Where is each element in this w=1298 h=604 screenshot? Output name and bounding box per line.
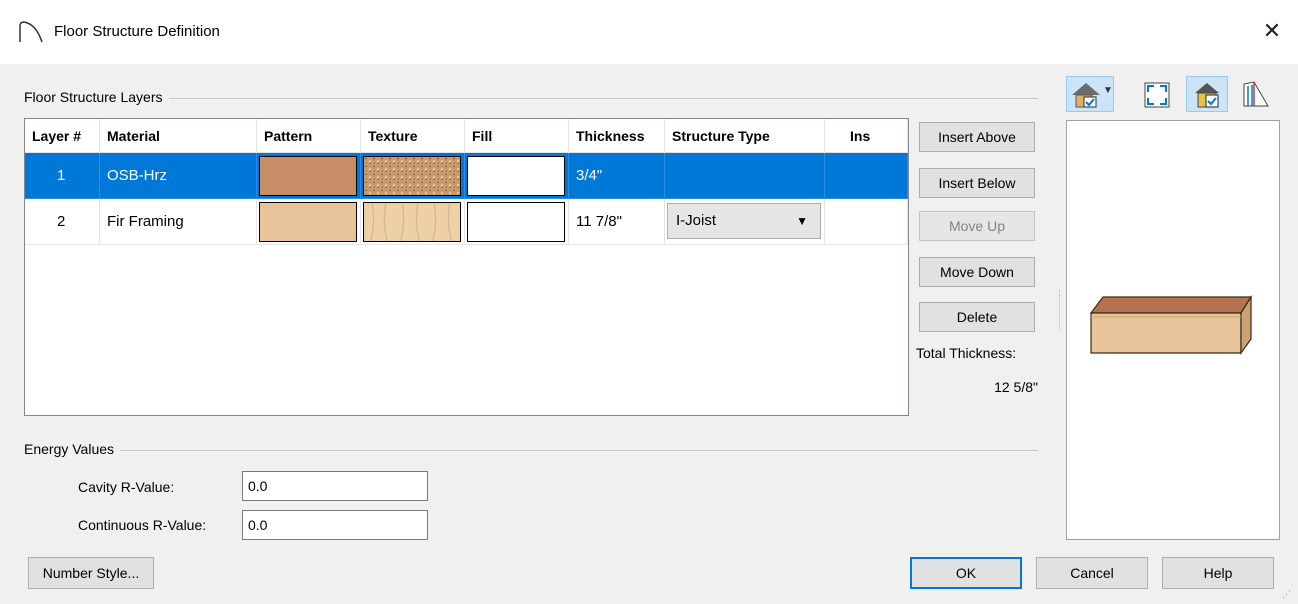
total-thickness-value: 12 5/8" xyxy=(994,379,1038,395)
close-button[interactable]: ✕ xyxy=(1257,16,1287,46)
col-header-ins[interactable]: Ins xyxy=(825,119,908,153)
continuous-r-input[interactable]: 0.0 xyxy=(242,510,428,540)
energy-group-line xyxy=(24,450,1038,451)
wood-texture-swatch[interactable] xyxy=(363,202,461,242)
pattern-swatch[interactable] xyxy=(259,202,357,242)
layers-group-label: Floor Structure Layers xyxy=(24,89,169,105)
layers-group-line xyxy=(24,98,1038,99)
cavity-r-label: Cavity R-Value: xyxy=(78,479,175,495)
col-header-layer[interactable]: Layer # xyxy=(25,119,100,153)
show-colors-button[interactable] xyxy=(1186,76,1228,112)
insert-above-button[interactable]: Insert Above xyxy=(919,122,1035,152)
house-view-button[interactable]: ▼ xyxy=(1066,76,1114,112)
osb-texture-swatch[interactable] xyxy=(363,156,461,196)
cell-fill[interactable] xyxy=(465,199,569,245)
window-title: Floor Structure Definition xyxy=(54,23,220,40)
fill-window-icon[interactable] xyxy=(1142,80,1172,110)
cell-fill[interactable] xyxy=(465,153,569,199)
cell-pattern[interactable] xyxy=(257,199,361,245)
structure-type-value: I-Joist xyxy=(676,212,717,229)
show-patterns-icon[interactable] xyxy=(1240,78,1272,110)
help-button[interactable]: Help xyxy=(1162,557,1274,589)
cell-texture[interactable] xyxy=(361,199,465,245)
cell-structure-type[interactable]: I-Joist ▼ xyxy=(665,199,825,245)
cell-texture[interactable] xyxy=(361,153,465,199)
fill-swatch[interactable] xyxy=(467,156,565,196)
col-header-fill[interactable]: Fill xyxy=(465,119,569,153)
structure-type-select[interactable]: I-Joist ▼ xyxy=(667,203,821,239)
cancel-button[interactable]: Cancel xyxy=(1036,557,1148,589)
cavity-r-input[interactable]: 0.0 xyxy=(242,471,428,501)
cell-thickness[interactable]: 11 7/8" xyxy=(569,199,665,245)
floor-3d-preview xyxy=(1089,294,1253,355)
cell-material[interactable]: Fir Framing xyxy=(100,199,257,245)
cell-pattern[interactable] xyxy=(257,153,361,199)
number-style-button[interactable]: Number Style... xyxy=(28,557,154,589)
cell-layer: 2 xyxy=(25,199,100,245)
col-header-structure-type[interactable]: Structure Type xyxy=(665,119,825,153)
show-colors-icon xyxy=(1195,83,1219,108)
cell-structure-type[interactable] xyxy=(665,153,825,199)
move-up-button[interactable]: Move Up xyxy=(919,211,1035,241)
table-row[interactable]: 2 Fir Framing 11 7/8" I-Joist ▼ xyxy=(25,199,908,245)
resize-grip[interactable]: ⋰ xyxy=(1282,590,1291,599)
pattern-swatch[interactable] xyxy=(259,156,357,196)
ok-button[interactable]: OK xyxy=(910,557,1022,589)
insert-below-button[interactable]: Insert Below xyxy=(919,168,1035,198)
col-header-pattern[interactable]: Pattern xyxy=(257,119,361,153)
layers-table[interactable]: Layer # Material Pattern Texture Fill Th… xyxy=(24,118,909,416)
move-down-button[interactable]: Move Down xyxy=(919,257,1035,287)
total-thickness-label: Total Thickness: xyxy=(916,345,1017,361)
col-header-thickness[interactable]: Thickness xyxy=(569,119,665,153)
table-row[interactable]: 1 OSB-Hrz 3/4" xyxy=(25,153,908,199)
energy-group-label: Energy Values xyxy=(24,441,121,457)
chevron-down-icon: ▼ xyxy=(796,214,808,228)
dropdown-arrow-icon: ▼ xyxy=(1103,85,1113,96)
cell-thickness[interactable]: 3/4" xyxy=(569,153,665,199)
house-view-icon xyxy=(1072,83,1100,108)
cell-layer: 1 xyxy=(25,153,100,199)
splitter-handle[interactable] xyxy=(1059,290,1061,330)
delete-button[interactable]: Delete xyxy=(919,302,1035,332)
continuous-r-label: Continuous R-Value: xyxy=(78,517,207,533)
cell-material[interactable]: OSB-Hrz xyxy=(100,153,257,199)
fill-swatch[interactable] xyxy=(467,202,565,242)
col-header-material[interactable]: Material xyxy=(100,119,257,153)
cell-ins[interactable] xyxy=(825,199,908,245)
col-header-texture[interactable]: Texture xyxy=(361,119,465,153)
preview-pane[interactable] xyxy=(1066,120,1280,540)
cell-ins[interactable] xyxy=(825,153,908,199)
arc-app-icon xyxy=(19,21,43,43)
